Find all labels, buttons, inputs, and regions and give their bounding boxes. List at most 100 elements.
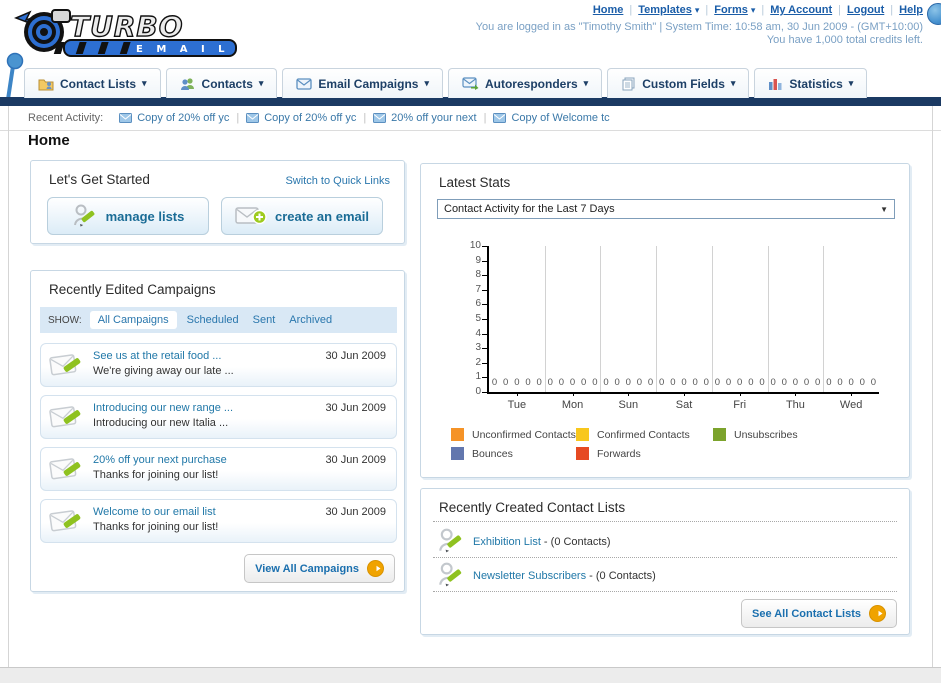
view-all-campaigns-label: View All Campaigns (255, 562, 359, 575)
tab-contact-lists[interactable]: Contact Lists ▾ (24, 68, 161, 98)
tab-label: Contact Lists (60, 76, 137, 91)
get-started-panel: Let's Get Started Switch to Quick Links … (30, 160, 405, 244)
campaigns-title: Recently Edited Campaigns (49, 282, 216, 297)
legend-item: Forwards (576, 447, 641, 460)
tab-statistics[interactable]: Statistics ▾ (754, 68, 868, 98)
gridline (823, 246, 825, 392)
y-axis-tick-label: 2 (475, 356, 481, 368)
nav-link-templates[interactable]: Templates (638, 4, 692, 16)
gridline (544, 246, 546, 392)
chart-plot: 0 1 2 3 4 5 6 7 8 9 10 0 0 0 0 0 Tue 0 0 0 0 0 Mon 0 0 0 0 0 Sun 0 0 0 0… (470, 240, 879, 411)
legend-swatch (576, 447, 589, 460)
create-email-button[interactable]: create an email (221, 197, 383, 235)
envelope-icon (373, 113, 387, 123)
tab-email-campaigns[interactable]: Email Campaigns ▾ (282, 68, 443, 98)
tab-custom-fields[interactable]: Custom Fields ▾ (607, 68, 750, 98)
envelope-pencil-icon (49, 458, 81, 480)
caret-down-icon: ▾ (694, 5, 700, 15)
arrow-circle-icon (869, 605, 886, 622)
y-axis-tick-label: 1 (475, 371, 481, 383)
y-axis-tick (482, 289, 487, 291)
tab-label: Autoresponders (484, 76, 578, 91)
caret-down-icon: ▾ (583, 78, 589, 88)
x-axis-tick (739, 392, 741, 396)
content-left-border (8, 100, 9, 667)
nav-link-home[interactable]: Home (593, 4, 624, 16)
recently-edited-campaigns-panel: Recently Edited Campaigns SHOW: All Camp… (30, 270, 405, 592)
recent-activity-item[interactable]: Copy of 20% off yc (119, 112, 229, 124)
legend-label: Forwards (597, 447, 641, 460)
tab-label: Statistics (789, 76, 843, 91)
x-axis-tick (684, 392, 685, 396)
caret-down-icon: ▾ (258, 78, 264, 88)
dotted-divider (433, 591, 897, 592)
legend-swatch (451, 428, 464, 441)
content-right-border (932, 100, 933, 667)
tab-contacts[interactable]: Contacts ▾ (165, 68, 278, 98)
campaign-title-link[interactable]: 20% off your next purchase (93, 454, 227, 466)
envelope-arrow-icon (462, 77, 479, 90)
y-axis-tick-label: 9 (475, 254, 481, 266)
y-axis-tick (482, 377, 487, 379)
envelope-icon (119, 113, 133, 123)
tab-autoresponders[interactable]: Autoresponders ▾ (447, 68, 603, 98)
y-axis-tick-label: 10 (469, 240, 481, 251)
y-axis-tick-label: 7 (475, 283, 481, 295)
see-all-contact-lists-button[interactable]: See All Contact Lists (740, 599, 897, 628)
legend-label: Confirmed Contacts (597, 428, 690, 441)
manage-lists-button[interactable]: manage lists (47, 197, 209, 235)
users-icon (180, 77, 196, 91)
activity-label: Copy of 20% off yc (137, 112, 230, 124)
filter-archived[interactable]: Archived (289, 314, 332, 326)
legend-item: Unsubscribes (713, 428, 798, 441)
filter-scheduled[interactable]: Scheduled (187, 314, 239, 326)
campaign-date: 30 Jun 2009 (325, 454, 386, 466)
person-pencil-icon (73, 204, 95, 227)
dotted-divider (433, 521, 897, 522)
contact-activity-chart: 0 1 2 3 4 5 6 7 8 9 10 0 0 0 0 0 Tue 0 0 0 0 0 Mon 0 0 0 0 0 Sun 0 0 0 0… (437, 232, 895, 472)
filter-all-campaigns[interactable]: All Campaigns (89, 311, 177, 329)
y-axis-tick (482, 348, 487, 350)
campaign-title-link[interactable]: See us at the retail food ... (93, 350, 221, 362)
gridline (711, 246, 713, 392)
credits-info: You have 1,000 total credits left. (766, 34, 923, 46)
campaign-date: 30 Jun 2009 (325, 506, 386, 518)
main-tab-bar: Contact Lists ▾ Contacts ▾ Email Campaigns… (24, 68, 868, 98)
x-axis-tick-label: Sun (618, 399, 639, 411)
recent-activity-item[interactable]: Copy of 20% off yc (246, 112, 356, 124)
show-label: SHOW: (48, 314, 82, 326)
campaign-title-link[interactable]: Welcome to our email list (93, 506, 216, 518)
contact-list-link[interactable]: Exhibition List (473, 536, 541, 548)
y-axis-tick-label: 4 (475, 327, 481, 339)
y-axis-tick (482, 304, 487, 306)
y-axis-tick-label: 5 (475, 313, 481, 324)
contact-list-link[interactable]: Newsletter Subscribers (473, 570, 586, 582)
nav-link-my-account[interactable]: My Account (770, 4, 832, 16)
stats-period-select[interactable]: Contact Activity for the Last 7 Days ▼ (437, 199, 895, 219)
switch-quick-links-link[interactable]: Switch to Quick Links (285, 175, 390, 187)
view-all-campaigns-button[interactable]: View All Campaigns (244, 554, 395, 583)
activity-label: Copy of 20% off yc (264, 112, 357, 124)
envelope-icon (296, 77, 313, 90)
recent-activity-item[interactable]: Copy of Welcome tc (493, 112, 610, 124)
x-axis-tick-label: Mon (561, 399, 584, 411)
turbo-email-logo[interactable]: TURBO E M A I L (8, 4, 243, 65)
filter-sent[interactable]: Sent (253, 314, 276, 326)
campaign-subtitle: We're giving away our late ... (93, 365, 234, 377)
get-started-title: Let's Get Started (49, 172, 150, 187)
nav-link-help[interactable]: Help (899, 4, 923, 16)
nav-link-forms[interactable]: Forms (714, 4, 748, 16)
x-axis-tick-label: Wed (839, 399, 863, 411)
gridline (767, 246, 769, 392)
contact-lists-title: Recently Created Contact Lists (439, 500, 626, 515)
nav-link-logout[interactable]: Logout (847, 4, 884, 16)
recent-activity-item[interactable]: 20% off your next (373, 112, 477, 124)
legend-label: Unconfirmed Contacts (472, 428, 576, 441)
campaign-title-link[interactable]: Introducing our new range ... (93, 402, 233, 414)
data-value-label: 0 (870, 377, 877, 388)
manage-lists-label: manage lists (105, 208, 185, 224)
legend-swatch (713, 428, 726, 441)
separator: | (236, 112, 240, 124)
envelope-icon (493, 113, 507, 123)
pages-icon (621, 77, 636, 91)
